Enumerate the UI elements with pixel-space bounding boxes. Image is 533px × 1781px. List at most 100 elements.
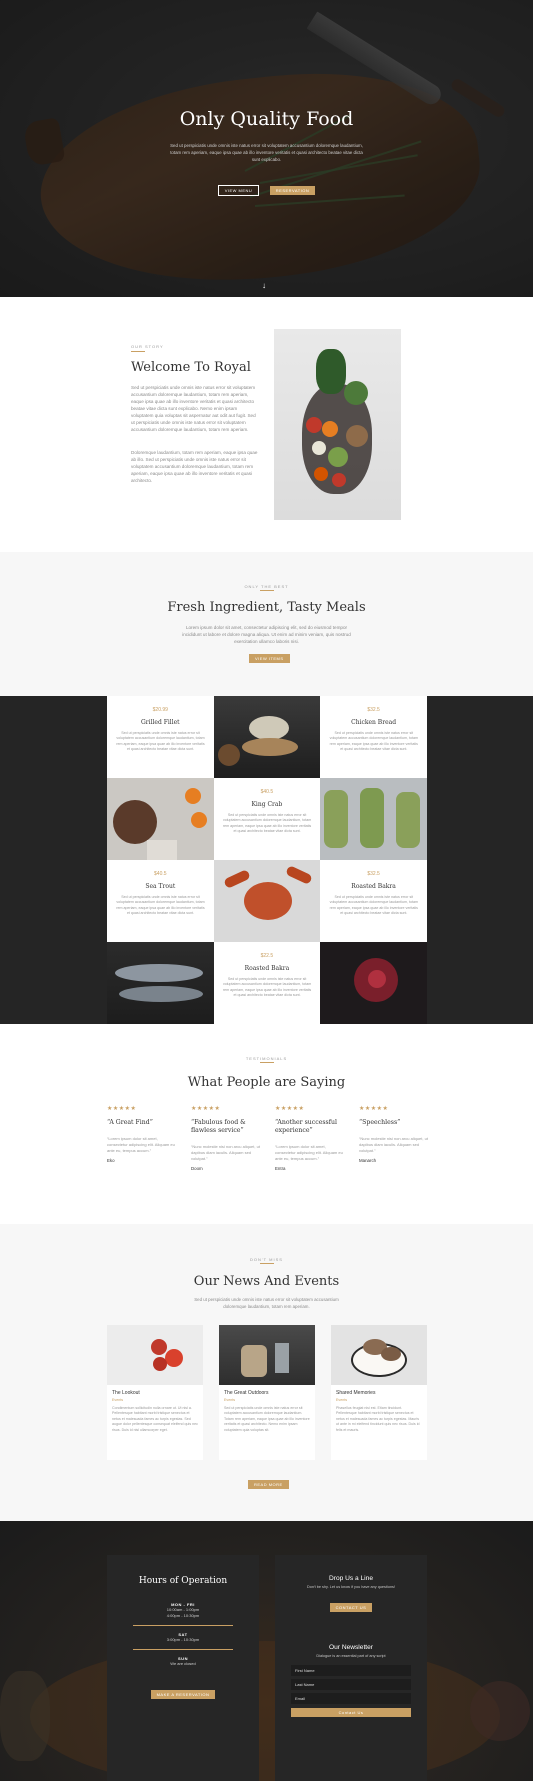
reservation-button[interactable]: Reservation	[269, 186, 316, 195]
testimonials-section: Testimonials What People are Saying ★★★★…	[0, 1024, 533, 1224]
star-rating-icon: ★★★★★	[191, 1106, 221, 1112]
last-name-field[interactable]: Last Name	[291, 1679, 411, 1690]
first-name-field[interactable]: First Name	[291, 1665, 411, 1676]
menu-item[interactable]: $20.99 Grilled Fillet Sed ut perspiciati…	[107, 696, 214, 778]
contact-us-button[interactable]: Contact Us	[329, 1603, 373, 1612]
news-card-title[interactable]: The Lookout	[112, 1390, 203, 1396]
testimonial-quote: “Another successful experience”	[275, 1119, 337, 1134]
news-card-category[interactable]: Events	[224, 1398, 315, 1402]
welcome-kicker: Our Story	[131, 344, 164, 349]
testimonial-quote: “A Great Find”	[107, 1119, 153, 1126]
testimonial-card: ★★★★★ “A Great Find” “Lorem ipsum dolor …	[107, 1105, 177, 1163]
crab-claw	[284, 864, 313, 886]
orange	[185, 788, 201, 804]
menu-item[interactable]: $32.5 Roasted Bakra Sed ut perspiciatis …	[320, 860, 427, 942]
contact-panel: Drop Us a Line Don't be shy. Let us know…	[275, 1555, 427, 1781]
welcome-paragraph: Doloremque laudantium, totam rem aperiam…	[131, 450, 258, 483]
potato	[346, 425, 368, 447]
toast	[324, 790, 349, 848]
news-card[interactable]: The Lookout Events Condimentum sollicitu…	[107, 1325, 203, 1460]
oil-bottle-image	[0, 1671, 50, 1761]
newsletter-submit-button[interactable]: Contact Us	[291, 1708, 411, 1717]
divider	[260, 590, 274, 591]
news-card-title[interactable]: Shared Memories	[336, 1390, 427, 1396]
drop-line-title: Drop Us a Line	[329, 1575, 373, 1582]
menu-dish-name: Roasted Bakra	[351, 883, 396, 890]
hours-group: MON - FRI 10:00am - 1:00pm 4:00pm - 10:3…	[107, 1602, 259, 1619]
news-card-category[interactable]: Events	[336, 1398, 427, 1402]
testimonial-card: ★★★★★ “Fabulous food & flawless service”…	[191, 1105, 261, 1171]
testimonial-text: “Lorem ipsum dolor sit amet, consectetur…	[107, 1136, 175, 1153]
tomato	[306, 417, 322, 433]
crab-claw	[222, 868, 251, 890]
view-items-button[interactable]: View Items	[249, 654, 290, 663]
fresh-text: Lorem ipsum dolor sit amet, consectetur …	[182, 625, 351, 644]
testimonial-author: Entra	[275, 1166, 286, 1171]
cheese-wheel	[248, 716, 289, 740]
testimonial-author: Eko	[107, 1158, 115, 1163]
drop-line-text: Don't be shy. Let us know if you have an…	[306, 1585, 396, 1589]
hero-subtitle: Sed ut perspiciatis unde omnis iste natu…	[170, 143, 363, 162]
menu-price: $22.5	[260, 953, 274, 959]
tomato	[165, 1349, 183, 1367]
testimonial-text: “Nunc molestie nisi non arcu aliquet, ut…	[359, 1136, 428, 1153]
hero-buttons: View Menu Reservation	[0, 179, 533, 197]
news-card-category[interactable]: Events	[112, 1398, 203, 1402]
tomatoes-image	[107, 1325, 203, 1385]
news-card[interactable]: The Great Outdoors Events Sed ut perspic…	[219, 1325, 315, 1460]
vegetable-basket-image	[274, 329, 401, 520]
menu-item[interactable]: $40.5 King Crab Sed ut perspiciatis unde…	[213, 778, 321, 860]
divider	[131, 351, 145, 352]
hours-title: Hours of Operation	[138, 1576, 228, 1586]
kitchen-jars-image	[219, 1325, 315, 1385]
fresh-title: Fresh Ingredient, Tasty Meals	[167, 600, 366, 615]
divider	[133, 1625, 233, 1626]
menu-dish-name: Chicken Bread	[351, 719, 397, 726]
menu-section: $20.99 Grilled Fillet Sed ut perspiciati…	[0, 696, 533, 1024]
email-field[interactable]: Email	[291, 1693, 411, 1704]
scroll-down-icon[interactable]: ↓	[262, 281, 266, 290]
bread-roll	[217, 744, 240, 766]
make-reservation-button[interactable]: Make A Reservation	[150, 1690, 216, 1699]
greens	[316, 349, 346, 394]
divider	[260, 1263, 274, 1264]
testimonial-quote: “Speechless”	[359, 1119, 401, 1126]
hours-time: 4:00pm - 10:30pm	[166, 1613, 200, 1618]
hero-section: Only Quality Food Sed ut perspiciatis un…	[0, 0, 533, 297]
menu-item[interactable]: $22.5 Roasted Bakra Sed ut perspiciatis …	[213, 942, 321, 1024]
view-menu-button[interactable]: View Menu	[217, 185, 260, 196]
testimonials-kicker: Testimonials	[245, 1056, 288, 1061]
divider	[260, 1062, 274, 1063]
star-rating-icon: ★★★★★	[275, 1106, 305, 1112]
toast	[396, 792, 421, 848]
newsletter-title: Our Newsletter	[329, 1644, 373, 1651]
news-kicker: Don't Miss	[250, 1257, 283, 1262]
news-card-excerpt: Phasellus feugiat nisi est. Etiam tincid…	[336, 1406, 420, 1432]
read-more-button[interactable]: Read More	[248, 1480, 289, 1489]
menu-item[interactable]: $32.5 Chicken Bread Sed ut perspiciatis …	[320, 696, 427, 778]
news-title: Our News And Events	[193, 1274, 340, 1289]
menu-dish-name: Sea Trout	[145, 883, 176, 890]
testimonial-text: “Lorem ipsum dolor sit amet, consectetur…	[275, 1144, 343, 1161]
menu-description: Sed ut perspiciatis unde omnis iste natu…	[116, 731, 205, 752]
news-card-excerpt: Condimentum sollicitudin nulla ornare ut…	[112, 1406, 198, 1432]
orange	[191, 812, 207, 828]
news-card[interactable]: Shared Memories Events Phasellus feugiat…	[331, 1325, 427, 1460]
toast	[360, 788, 385, 848]
oranges-image	[107, 778, 214, 860]
flour-sack	[241, 1345, 267, 1377]
hours-group: SUN We are closed	[107, 1656, 259, 1667]
menu-description: Sed ut perspiciatis unde omnis iste natu…	[116, 895, 205, 916]
mushrooms-image	[331, 1325, 427, 1385]
menu-dish-name: King Crab	[251, 801, 283, 808]
cheese-board	[241, 738, 298, 756]
footer-board-image	[30, 1641, 500, 1781]
testimonial-quote: “Fabulous food & flawless service”	[191, 1119, 246, 1134]
menu-price: $40.5	[154, 871, 167, 877]
news-card-title[interactable]: The Great Outdoors	[224, 1390, 315, 1396]
pomegranate-image	[320, 942, 427, 1024]
newsletter-text: Dialogue is an essential part of any scr…	[316, 1654, 386, 1658]
menu-item[interactable]: $40.5 Sea Trout Sed ut perspiciatis unde…	[107, 860, 214, 942]
menu-price: $20.99	[152, 707, 168, 713]
footer-section: Hours of Operation MON - FRI 10:00am - 1…	[0, 1521, 533, 1781]
